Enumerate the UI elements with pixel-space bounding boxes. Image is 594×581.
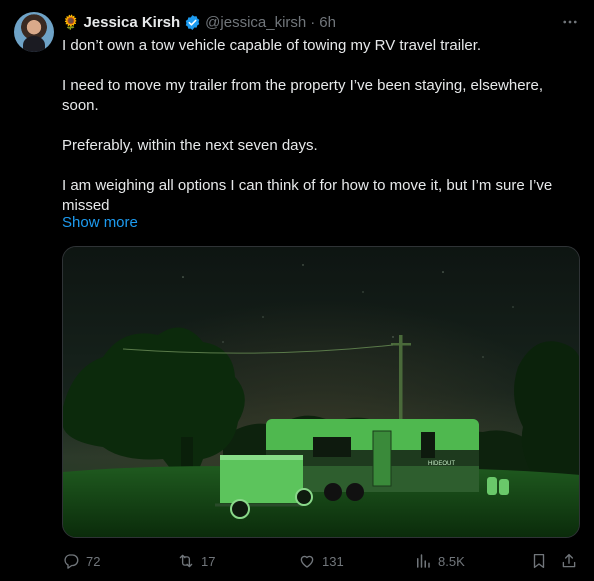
share-button[interactable] <box>560 548 578 574</box>
like-button[interactable]: 131 <box>298 548 344 574</box>
repost-icon <box>179 554 193 568</box>
tweet-header: 🌻 Jessica Kirsh @jessica_kirsh · 6h <box>62 12 336 32</box>
night-trailer-photo: HIDEOUT <box>63 247 579 537</box>
tweet-paragraph: I am weighing all options I can think of… <box>62 177 553 214</box>
like-count: 131 <box>322 553 344 569</box>
tweet-text: I don’t own a tow vehicle capable of tow… <box>62 36 572 216</box>
author-handle[interactable]: @jessica_kirsh <box>205 14 306 31</box>
bookmark-icon <box>533 553 545 569</box>
repost-button[interactable]: 17 <box>177 548 215 574</box>
action-bar: 72 17 131 8.5K <box>62 548 582 574</box>
repost-count: 17 <box>201 553 216 569</box>
sunflower-emoji: 🌻 <box>62 14 80 30</box>
avatar[interactable] <box>14 12 54 52</box>
tweet-photo[interactable]: HIDEOUT <box>62 246 580 538</box>
tweet-paragraph: I don’t own a tow vehicle capable of tow… <box>62 37 482 54</box>
verified-badge-icon[interactable] <box>184 14 201 31</box>
author-name[interactable]: Jessica Kirsh <box>83 14 180 31</box>
reply-icon <box>64 554 79 569</box>
trailer-brand: HIDEOUT <box>428 461 455 467</box>
views-button[interactable]: 8.5K <box>414 548 465 574</box>
more-icon[interactable] <box>556 10 584 34</box>
reply-count: 72 <box>86 553 101 569</box>
tweet-paragraph: Preferably, within the next seven days. <box>62 137 318 154</box>
separator-dot: · <box>310 13 316 31</box>
views-icon <box>417 554 430 568</box>
timestamp[interactable]: 6h <box>319 14 336 31</box>
bookmark-button[interactable] <box>530 548 548 574</box>
like-icon <box>300 555 314 568</box>
share-icon <box>562 553 576 568</box>
reply-button[interactable]: 72 <box>62 548 100 574</box>
views-count: 8.5K <box>438 553 465 569</box>
tweet-paragraph: I need to move my trailer from the prope… <box>62 77 544 114</box>
show-more-link[interactable]: Show more <box>62 214 138 231</box>
